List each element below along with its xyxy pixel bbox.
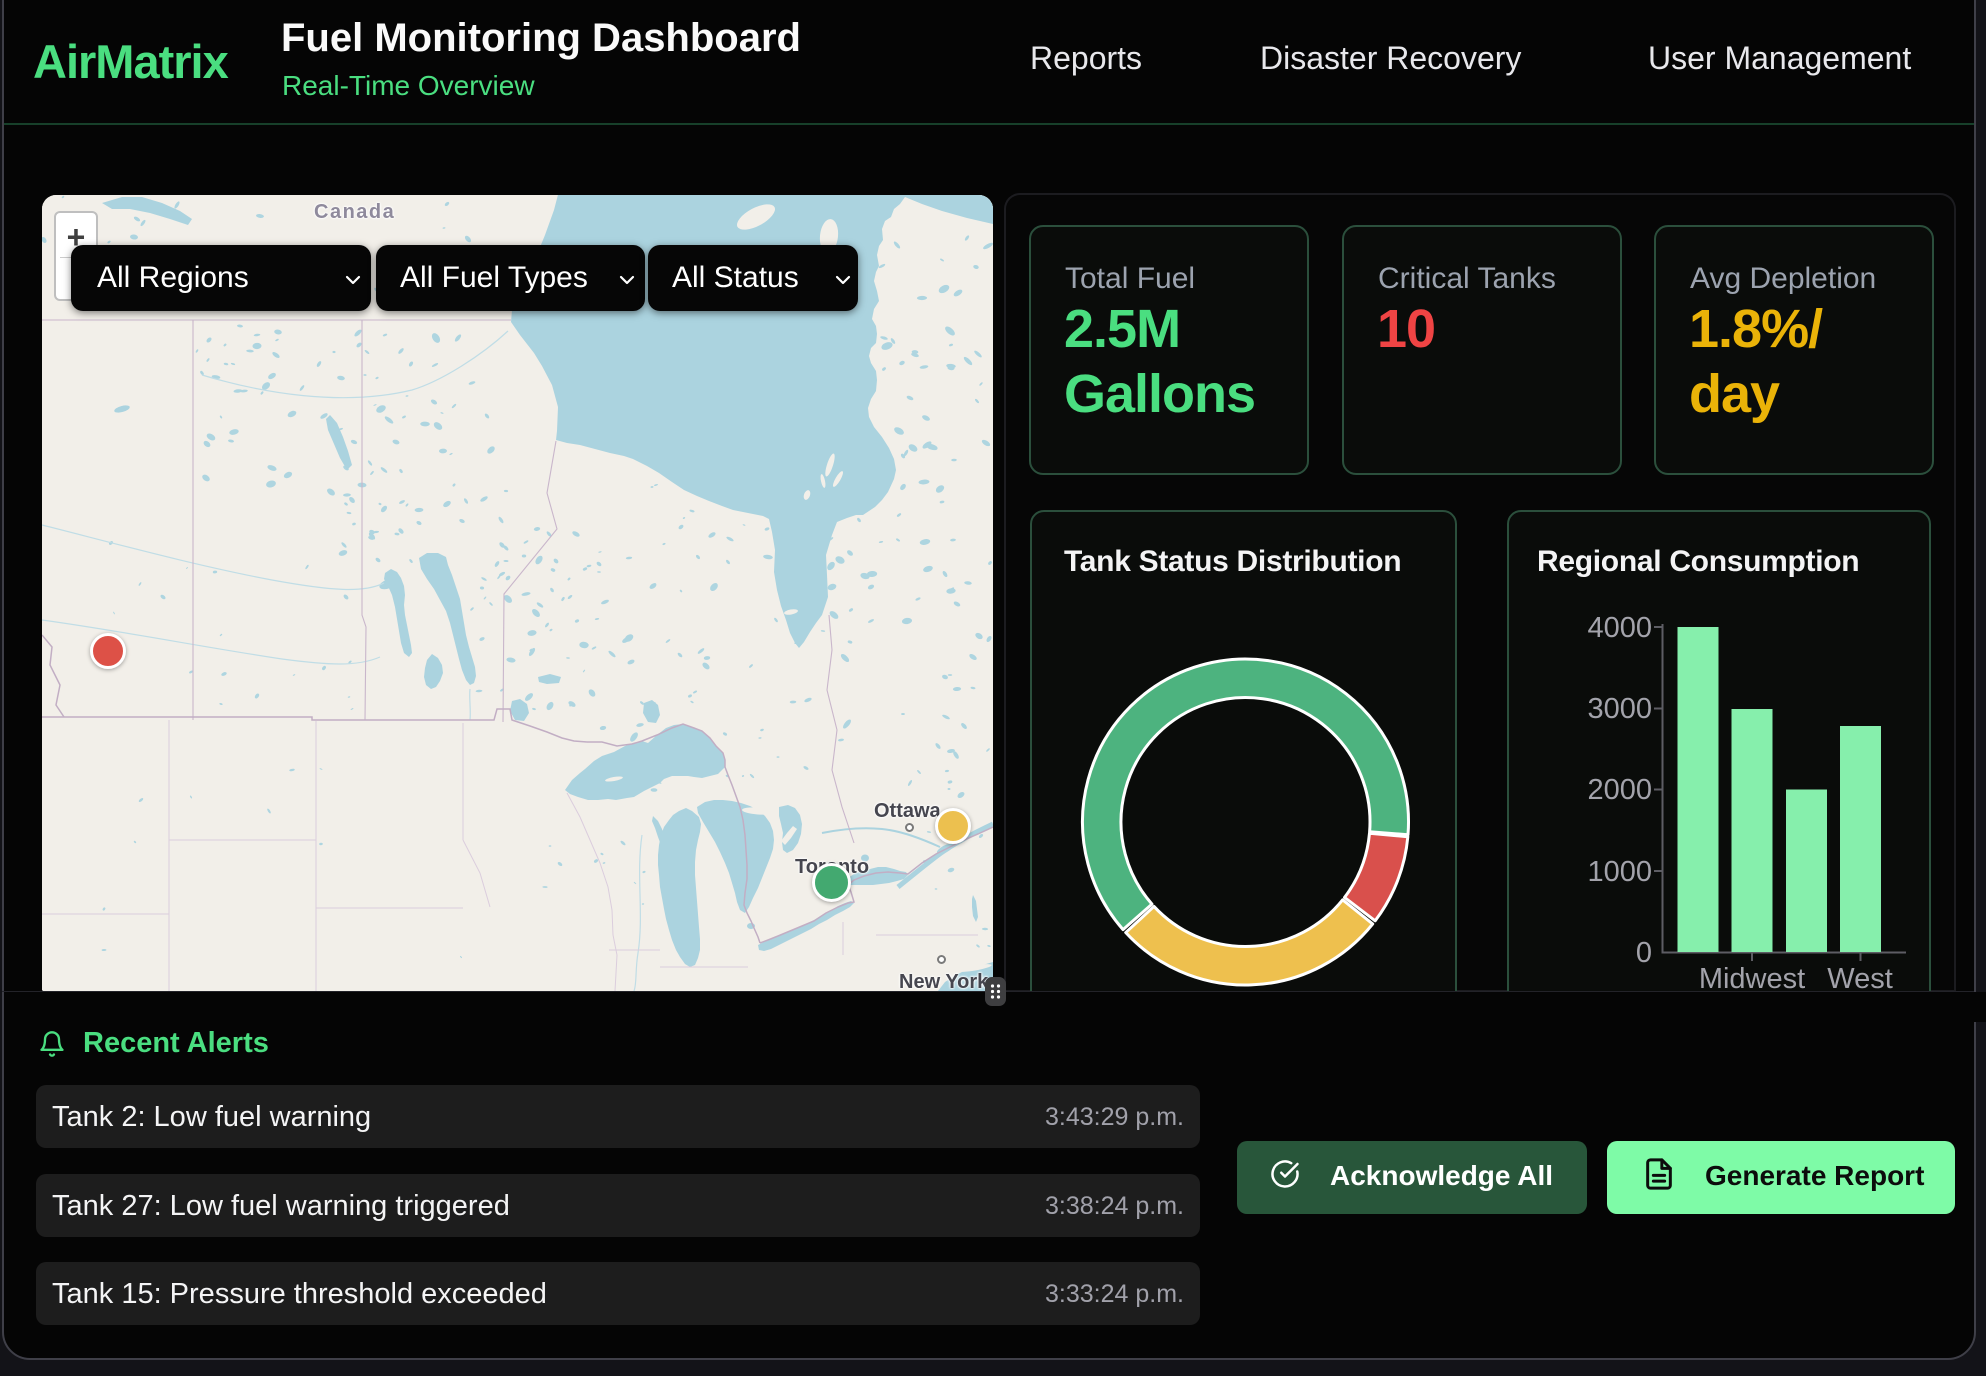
svg-text:4000: 4000: [1587, 612, 1652, 644]
svg-text:0: 0: [1636, 937, 1652, 969]
svg-text:2000: 2000: [1587, 774, 1652, 806]
svg-text:1000: 1000: [1587, 856, 1652, 888]
svg-text:3000: 3000: [1587, 693, 1652, 725]
